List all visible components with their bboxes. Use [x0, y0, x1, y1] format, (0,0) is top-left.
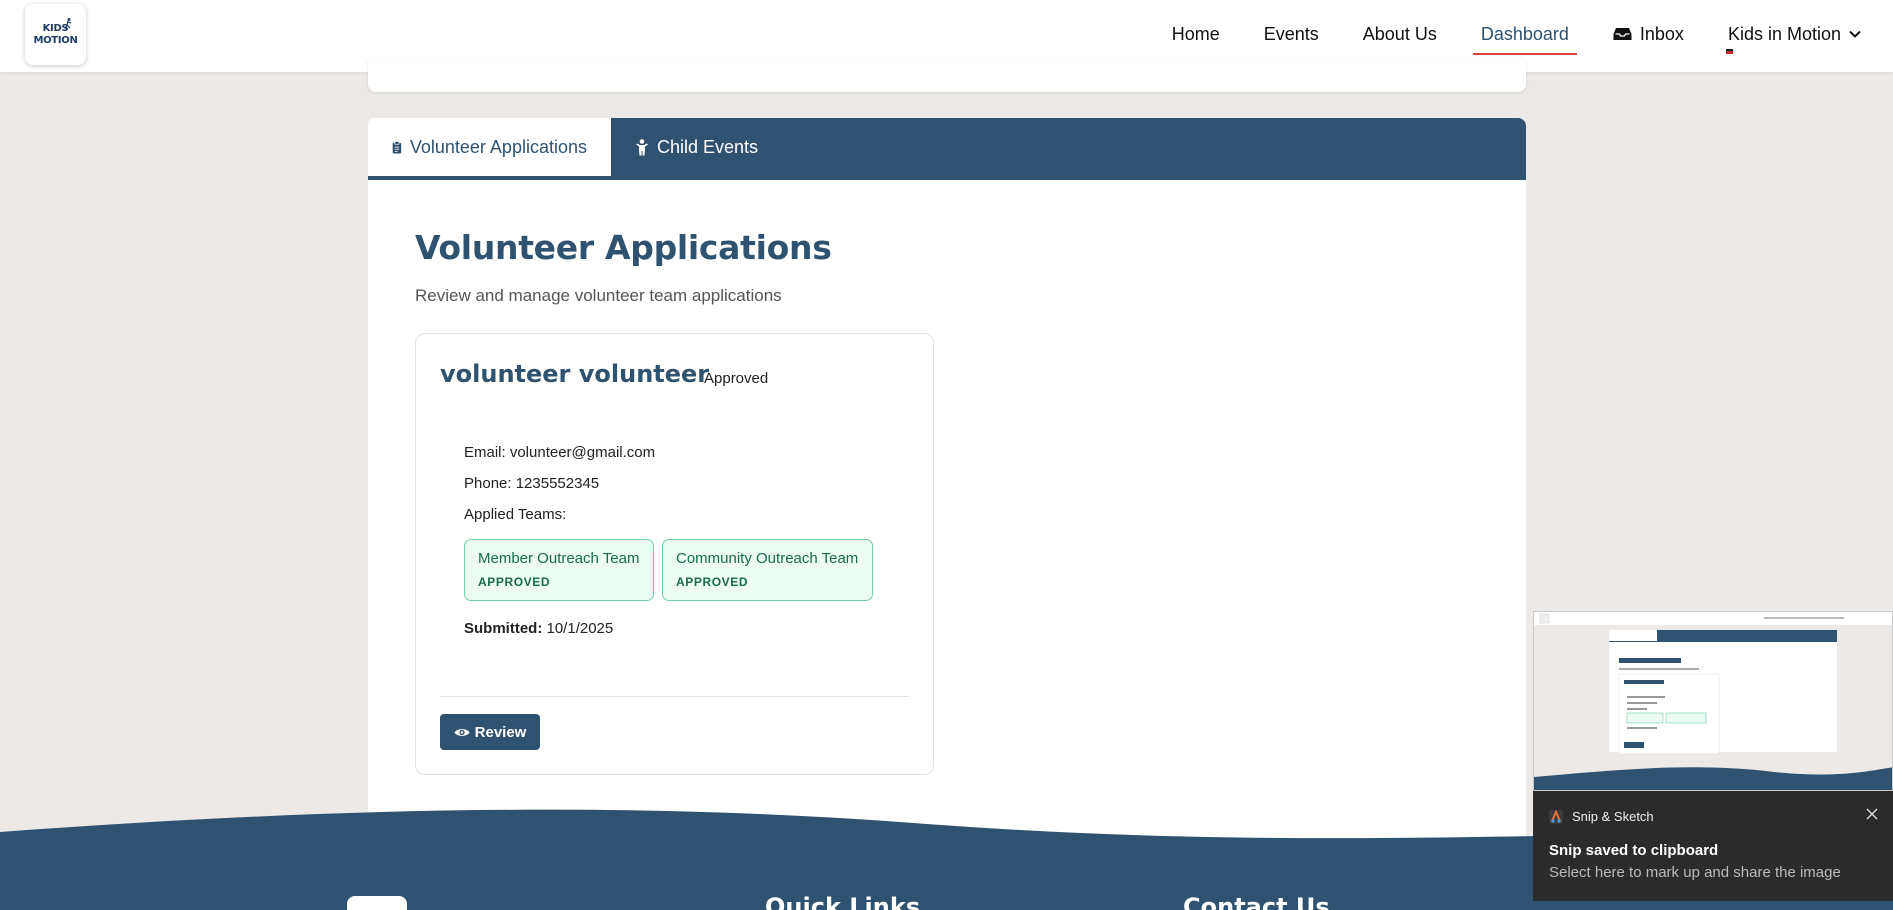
applicant-email: Email: volunteer@gmail.com — [464, 444, 656, 461]
footer-logo[interactable] — [347, 896, 407, 910]
submitted-date: Submitted: 10/1/2025 — [464, 620, 613, 637]
site-logo[interactable]: KIDS MOTION — [25, 4, 86, 65]
nav-links: Home Events About Us Dashboard Inbox Kid… — [1172, 0, 1893, 68]
team-name: Member Outreach Team — [478, 550, 640, 567]
footer-quick-links-heading: Quick Links — [765, 893, 921, 910]
team-name: Community Outreach Team — [676, 550, 859, 567]
tab-content-panel: Volunteer Applications Review and manage… — [368, 180, 1526, 840]
close-icon[interactable] — [1865, 807, 1879, 821]
team-chip: Community Outreach Team APPROVED — [662, 539, 873, 601]
toast-title: Snip saved to clipboard — [1549, 842, 1719, 859]
profile-card — [368, 60, 1526, 92]
nav-dashboard-link[interactable]: Dashboard — [1472, 24, 1577, 55]
team-status: APPROVED — [478, 575, 551, 589]
inbox-icon — [1613, 28, 1632, 40]
nav-about-link[interactable]: About Us — [1363, 24, 1437, 45]
card-divider — [440, 696, 909, 697]
page-subtitle: Review and manage volunteer team applica… — [415, 286, 782, 305]
snip-notification-toast[interactable]: Snip & Sketch Snip saved to clipboard Se… — [1533, 791, 1893, 901]
nav-inbox-link[interactable]: Inbox — [1613, 24, 1684, 45]
page-title: Volunteer Applications — [415, 228, 832, 267]
applied-teams-label: Applied Teams: — [464, 506, 567, 523]
nav-events-link[interactable]: Events — [1264, 24, 1319, 45]
review-button-label: Review — [474, 723, 527, 741]
clipboard-icon — [392, 140, 402, 153]
toast-app-header: Snip & Sketch — [1549, 809, 1654, 824]
snip-preview-image — [1534, 612, 1892, 790]
submitted-label: Submitted: — [464, 620, 543, 637]
snip-sketch-icon — [1549, 809, 1563, 824]
snip-preview-thumbnail[interactable] — [1533, 611, 1893, 791]
team-chip: Member Outreach Team APPROVED — [464, 539, 654, 601]
tab-volunteer-applications[interactable]: Volunteer Applications — [368, 118, 611, 176]
submitted-value: 10/1/2025 — [546, 620, 614, 637]
applicant-name: volunteer volunteer — [440, 360, 710, 388]
tab-child-events-label: Child Events — [657, 136, 759, 157]
status-badge: Approved — [704, 370, 769, 387]
review-button[interactable]: Review — [440, 714, 540, 750]
dashboard-tabs: Volunteer Applications Child Events — [368, 118, 1526, 180]
child-icon — [636, 138, 648, 155]
eye-icon — [454, 728, 470, 736]
team-status: APPROVED — [676, 575, 749, 589]
runner-icon — [64, 18, 72, 30]
chevron-down-icon — [1849, 30, 1861, 38]
tab-volunteer-applications-label: Volunteer Applications — [409, 136, 587, 157]
org-dropdown[interactable]: Kids in Motion — [1728, 24, 1861, 45]
applicant-phone: Phone: 1235552345 — [464, 475, 600, 492]
toast-app-name: Snip & Sketch — [1572, 809, 1654, 824]
language-flag-icon[interactable] — [1726, 49, 1733, 54]
logo-text-bottom: MOTION — [33, 34, 78, 46]
nav-home-link[interactable]: Home — [1172, 24, 1220, 45]
toast-message: Select here to mark up and share the ima… — [1549, 864, 1841, 881]
org-dropdown-label: Kids in Motion — [1727, 23, 1841, 44]
tab-child-events[interactable]: Child Events — [611, 118, 782, 176]
nav-inbox-label: Inbox — [1639, 23, 1684, 44]
application-card: volunteer volunteer Approved Email: volu… — [415, 333, 934, 775]
footer-contact-heading: Contact Us — [1183, 893, 1330, 910]
